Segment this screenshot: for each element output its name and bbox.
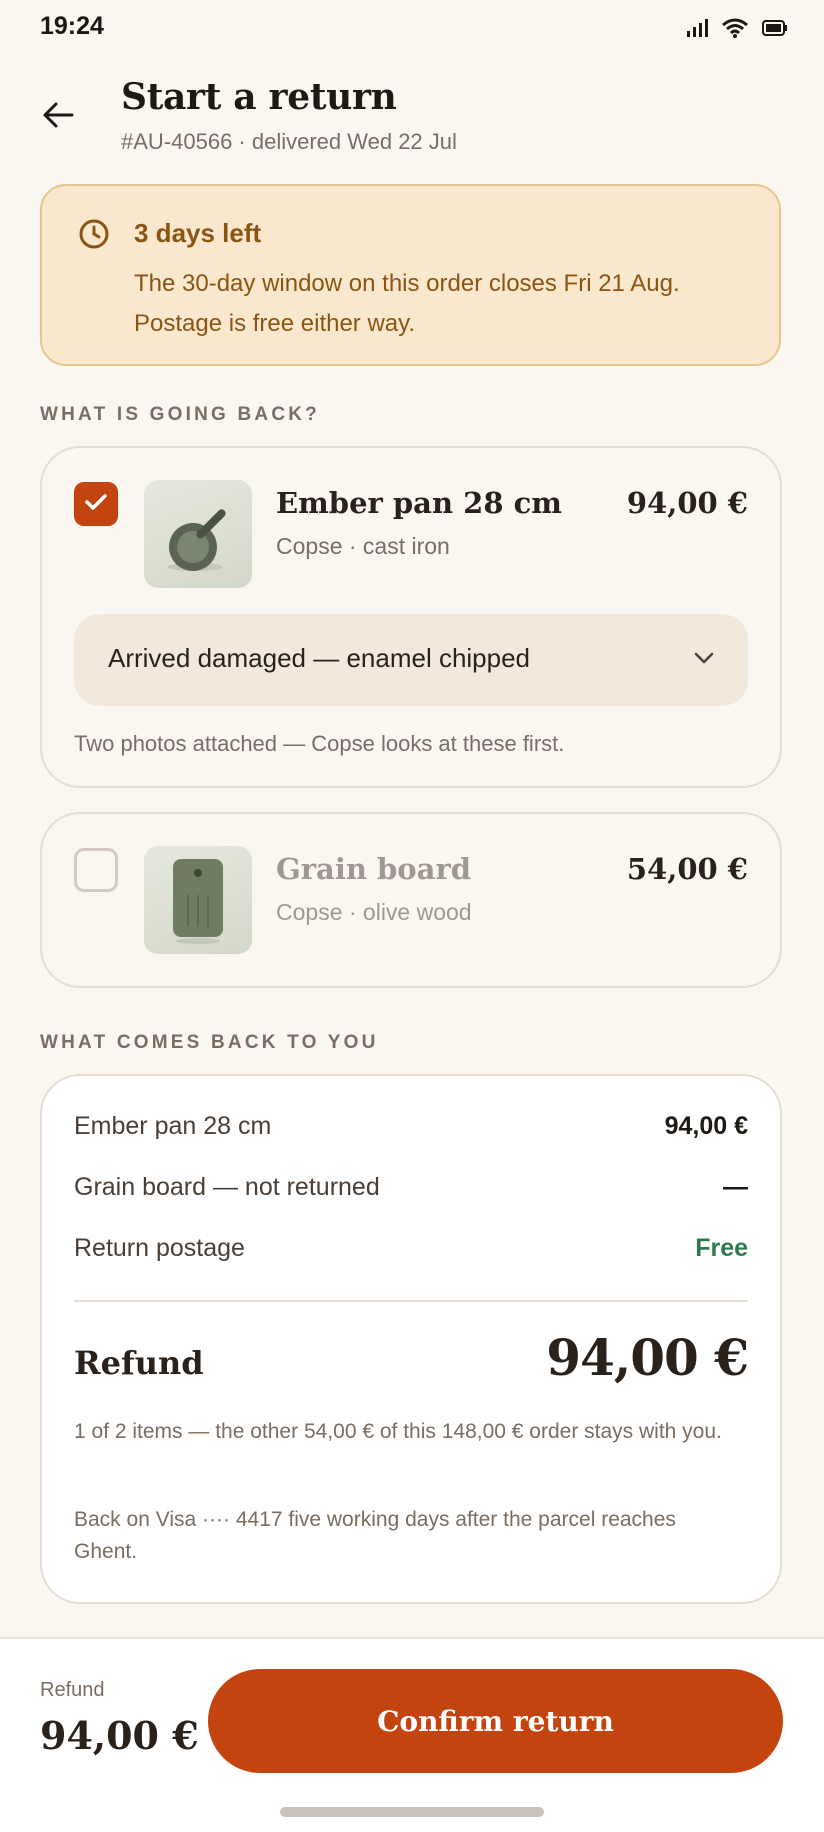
photo-note: Two photos attached — Copse looks at the… xyxy=(74,731,565,756)
summary-row-value: — xyxy=(723,1173,748,1201)
item-card-grain-board[interactable]: Grain board Copse · olive wood 54,00 € xyxy=(40,812,782,988)
product-image-board xyxy=(144,846,252,954)
summary-row: Grain board — not returned — xyxy=(74,1173,748,1202)
summary-row-value: 94,00 € xyxy=(664,1112,748,1140)
section-label-items: WHAT IS GOING BACK? xyxy=(40,404,320,425)
check-icon xyxy=(84,492,108,517)
clock-icon xyxy=(78,218,110,255)
bottom-refund-label: Refund xyxy=(40,1679,105,1701)
summary-row-label: Grain board — not returned xyxy=(74,1173,380,1201)
summary-row-label: Ember pan 28 cm xyxy=(74,1112,272,1140)
summary-divider xyxy=(74,1300,748,1302)
reason-value: Arrived damaged — enamel chipped xyxy=(108,643,531,673)
deadline-alert: 3 days left The 30-day window on this or… xyxy=(40,184,781,366)
refund-label: Refund xyxy=(74,1344,204,1382)
bottom-refund-total: 94,00 € xyxy=(40,1713,199,1758)
page-title: Start a return xyxy=(121,76,397,118)
summary-row: Ember pan 28 cm 94,00 € xyxy=(74,1112,748,1141)
battery-icon xyxy=(762,20,788,41)
summary-row-value: Free xyxy=(695,1234,748,1262)
bottom-action-bar: Refund 94,00 € Confirm return xyxy=(0,1637,824,1832)
alert-body: The 30-day window on this order closes F… xyxy=(134,270,680,337)
item-name: Grain board xyxy=(276,852,471,886)
summary-row: Return postage Free xyxy=(74,1234,748,1263)
item-price: 54,00 € xyxy=(626,852,748,886)
wifi-icon xyxy=(722,18,748,43)
back-button[interactable] xyxy=(36,95,80,139)
arrow-left-icon xyxy=(42,101,74,134)
signal-icon xyxy=(686,19,708,42)
refund-timing: Back on Visa ···· 4417 five working days… xyxy=(74,1508,676,1563)
chevron-down-icon xyxy=(692,646,716,675)
item-price: 94,00 € xyxy=(626,486,748,520)
confirm-return-button[interactable]: Confirm return xyxy=(208,1669,783,1773)
refund-explanation: 1 of 2 items — the other 54,00 € of this… xyxy=(74,1420,722,1443)
item-name: Ember pan 28 cm xyxy=(276,486,562,520)
item-sub: Copse · cast iron xyxy=(276,533,450,559)
alert-title: 3 days left xyxy=(134,218,262,248)
section-label-summary: WHAT COMES BACK TO YOU xyxy=(40,1032,379,1053)
item-card-ember-pan[interactable]: Ember pan 28 cm Copse · cast iron 94,00 … xyxy=(40,446,782,788)
order-subtitle: #AU-40566 · delivered Wed 22 Jul xyxy=(121,129,457,154)
item-checkbox[interactable] xyxy=(74,482,118,526)
home-indicator[interactable] xyxy=(280,1807,544,1817)
status-icons xyxy=(686,18,788,43)
status-time: 19:24 xyxy=(40,12,104,40)
refund-amount: 94,00 € xyxy=(546,1328,749,1387)
refund-summary: Ember pan 28 cm 94,00 € Grain board — no… xyxy=(40,1074,782,1604)
summary-row-label: Return postage xyxy=(74,1234,245,1262)
item-checkbox[interactable] xyxy=(74,848,118,892)
return-reason-select[interactable]: Arrived damaged — enamel chipped xyxy=(74,614,748,706)
item-sub: Copse · olive wood xyxy=(276,899,472,925)
product-image-pan xyxy=(144,480,252,588)
